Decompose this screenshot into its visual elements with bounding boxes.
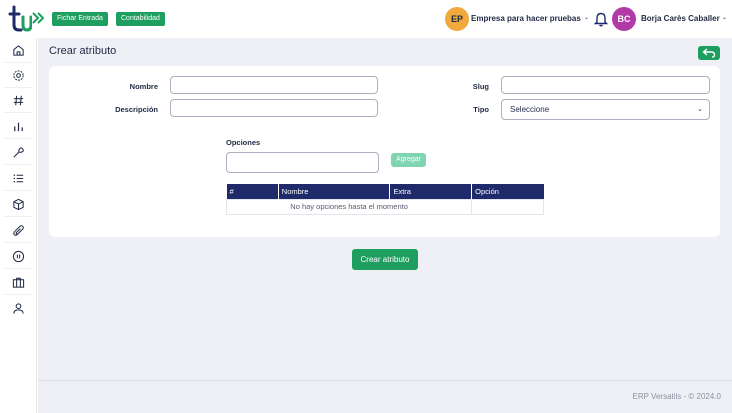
sidebar-item-reports[interactable] [4, 114, 32, 139]
sidebar-item-products[interactable] [4, 192, 32, 217]
column-header: Extra [389, 184, 473, 199]
box-icon [12, 198, 24, 210]
sidebar [0, 38, 37, 413]
app-logo[interactable] [8, 5, 32, 33]
top-bar: Fichar Entrada Contabilidad EP Empresa p… [0, 0, 732, 38]
sidebar-item-list[interactable] [4, 166, 32, 191]
agregar-button[interactable]: Agregar [391, 153, 426, 167]
pause-circle-icon [12, 250, 24, 262]
wrench-icon [12, 146, 24, 158]
list-icon [13, 174, 23, 182]
slug-input[interactable] [501, 76, 710, 94]
home-icon [12, 44, 24, 56]
empty-cell [471, 198, 544, 215]
form-card: Nombre Slug Descripción Tipo Seleccione … [49, 66, 720, 237]
tipo-select[interactable]: Seleccione ⌄ [501, 99, 710, 120]
page-title: Crear atributo [49, 45, 117, 57]
company-avatar[interactable]: EP [445, 7, 469, 31]
main-content: Crear atributo Nombre Slug Descripción T… [38, 38, 732, 380]
tipo-select-value: Seleccione [510, 105, 550, 114]
sidebar-item-attachments[interactable] [4, 218, 32, 243]
user-avatar[interactable]: BC [612, 7, 636, 31]
expand-sidebar-icon[interactable] [32, 11, 44, 25]
tipo-label: Tipo [473, 105, 489, 114]
footer-text: ERP Versatils - © 2024.0 [632, 392, 721, 401]
table-row: No hay opciones hasta el momento [225, 198, 544, 215]
sidebar-item-pause[interactable] [4, 244, 32, 269]
footer: ERP Versatils - © 2024.0 [38, 380, 732, 413]
back-button[interactable] [698, 46, 720, 60]
descripcion-label: Descripción [115, 105, 158, 114]
slug-label: Slug [472, 82, 489, 91]
user-icon [12, 303, 24, 314]
fichar-entrada-button[interactable]: Fichar Entrada [52, 12, 108, 26]
column-header: Nombre [278, 184, 391, 199]
sidebar-item-settings[interactable] [4, 63, 32, 88]
user-menu[interactable]: Borja Carès Caballer [641, 14, 720, 23]
bell-icon[interactable] [594, 11, 608, 27]
column-header: # [226, 184, 279, 199]
opciones-input[interactable] [226, 152, 379, 173]
gear-icon [12, 69, 24, 81]
sidebar-item-business[interactable] [4, 270, 32, 295]
nombre-input[interactable] [170, 76, 378, 94]
sidebar-item-hash[interactable] [4, 88, 32, 113]
chevron-down-icon: ⌄ [697, 106, 703, 113]
options-table: # Nombre Extra Opción No hay opciones ha… [225, 184, 544, 215]
hash-icon [13, 95, 23, 105]
column-header: Opción [471, 184, 544, 199]
bar-chart-icon [13, 122, 23, 131]
nombre-label: Nombre [129, 82, 158, 91]
empty-message: No hay opciones hasta el momento [225, 198, 473, 215]
sidebar-item-tools[interactable] [4, 140, 32, 165]
paperclip-icon [12, 224, 24, 236]
crear-atributo-button[interactable]: Crear atributo [352, 249, 418, 270]
sidebar-item-home[interactable] [4, 38, 32, 63]
briefcase-icon [12, 277, 24, 288]
opciones-label: Opciones [226, 138, 261, 147]
contabilidad-button[interactable]: Contabilidad [116, 12, 165, 26]
company-selector[interactable]: Empresa para hacer pruebas [471, 14, 581, 23]
table-header-row: # Nombre Extra Opción [226, 184, 544, 199]
user-chevron-down-icon[interactable]: ⌄ [722, 14, 727, 21]
company-chevron-down-icon[interactable]: ⌄ [584, 14, 589, 21]
sidebar-item-users[interactable] [4, 296, 32, 321]
return-arrow-icon [702, 48, 716, 58]
descripcion-input[interactable] [170, 99, 378, 117]
